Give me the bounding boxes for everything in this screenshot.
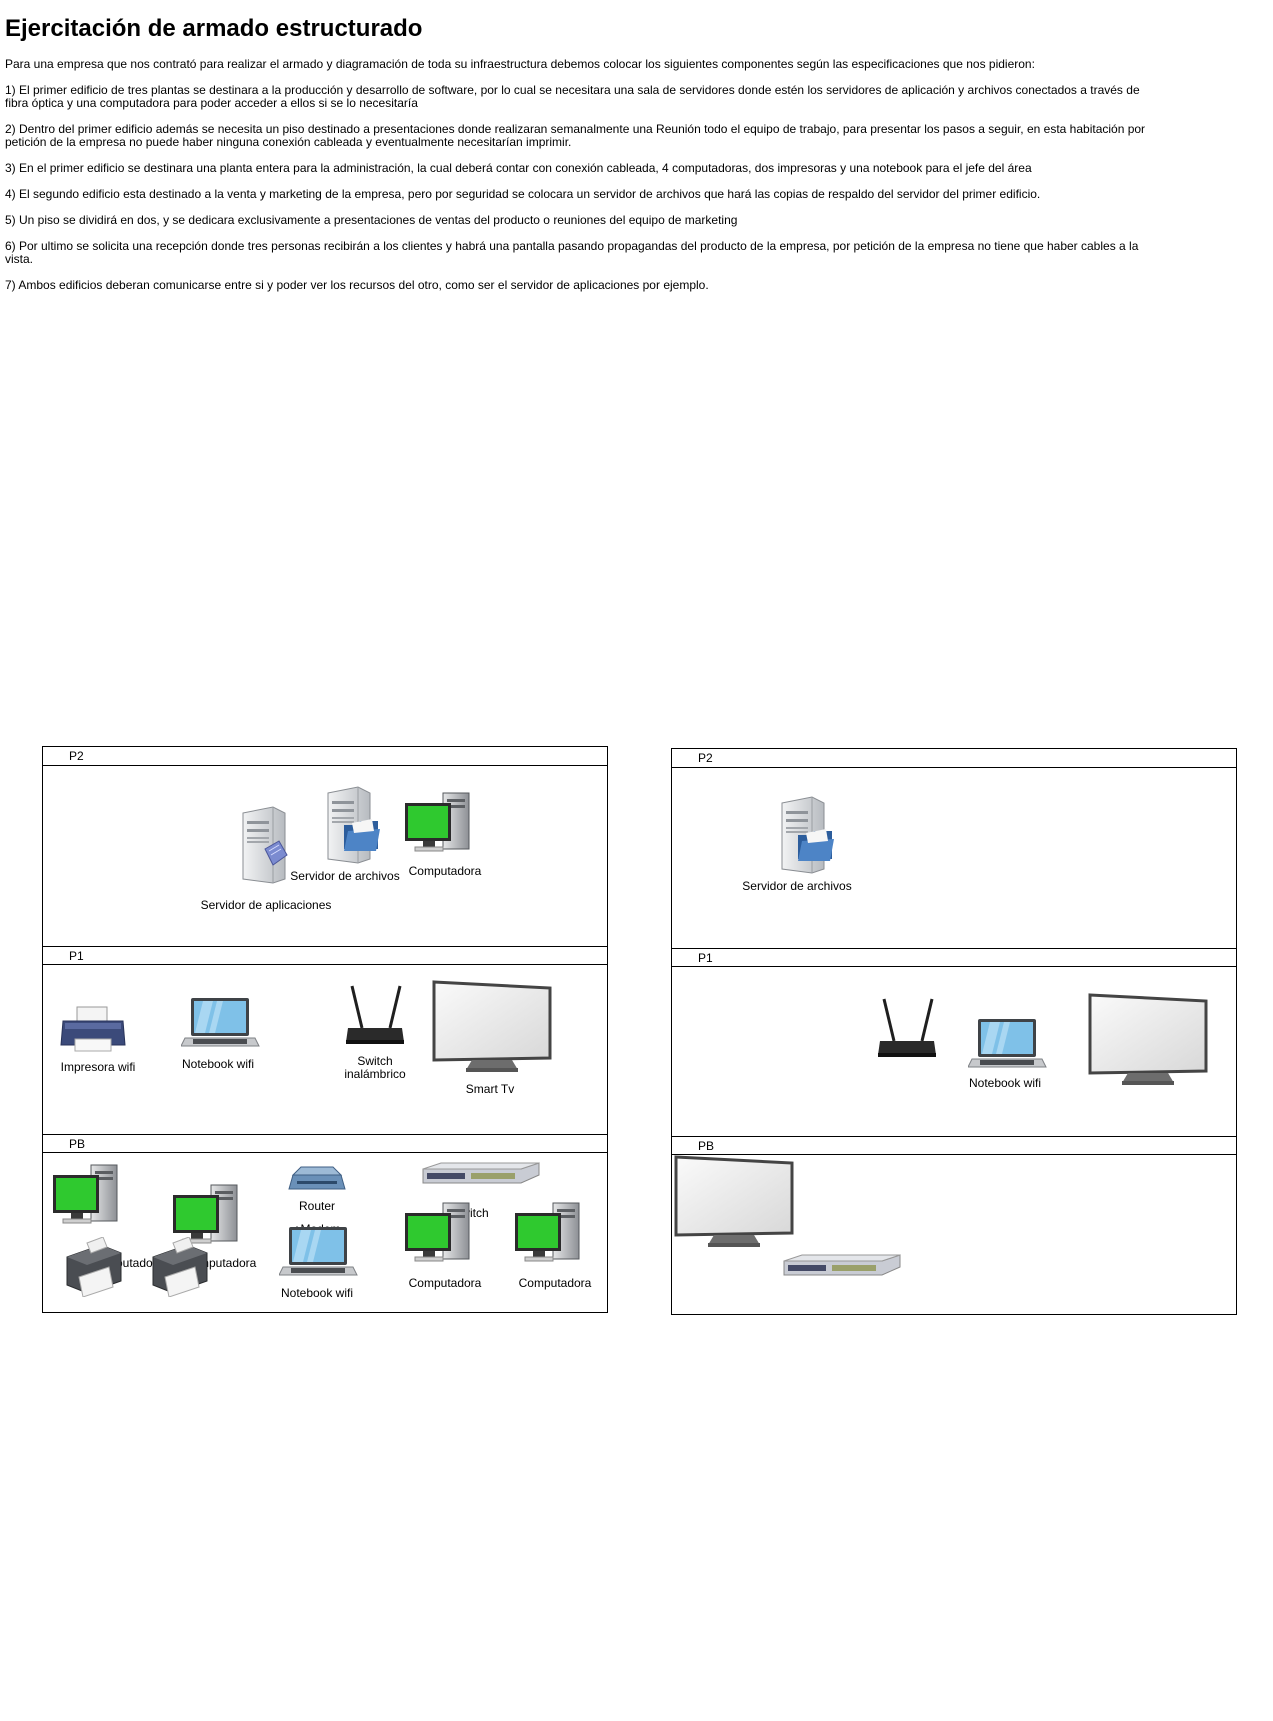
requirement-2: 2) Dentro del primer edificio además se … [5, 122, 1146, 149]
router-label-line1: Router [298, 1199, 336, 1213]
floor-p1-header: P1 [672, 948, 1236, 967]
tv-icon[interactable] [1088, 993, 1208, 1089]
wireless-switch-icon[interactable] [872, 995, 942, 1065]
floor-p2-header: P2 [672, 749, 1236, 768]
notebook-icon[interactable] [279, 1225, 359, 1285]
wifi-printer-icon[interactable] [59, 1005, 129, 1055]
requirement-7: 7) Ambos edificios deberan comunicarse e… [5, 278, 709, 292]
wifi-notebook-icon[interactable] [968, 1017, 1048, 1077]
application-server-icon[interactable] [233, 805, 293, 885]
printer-1-icon[interactable] [57, 1237, 127, 1297]
floor-p1-header: P1 [43, 946, 607, 965]
computer-4-label: Computadora [518, 1276, 592, 1290]
computer-3-icon[interactable] [403, 1201, 473, 1267]
computer-label: Computadora [408, 864, 482, 878]
app-server-label: Servidor de aplicaciones [200, 898, 332, 912]
tv-icon[interactable] [674, 1155, 794, 1251]
page-title: Ejercitación de armado estructurado [5, 15, 423, 42]
requirement-4: 4) El segundo edificio esta destinado a … [5, 187, 1041, 201]
requirement-6: 6) Por ultimo se solicita una recepción … [5, 239, 1139, 266]
file-server-label: Servidor de archivos [742, 879, 852, 893]
exercise-text: Ejercitación de armado estructurado Para… [5, 14, 1165, 305]
computer-1-icon[interactable] [51, 1163, 121, 1229]
switch-icon[interactable] [782, 1253, 902, 1279]
building-1[interactable]: P2 P1 PB Servidor de archivos Computador… [42, 746, 608, 1313]
floor-p2-header: P2 [43, 747, 607, 766]
requirement-1: 1) El primer edificio de tres plantas se… [5, 83, 1140, 110]
floor-pb-header: PB [43, 1134, 607, 1153]
smart-tv-label: Smart Tv [465, 1082, 515, 1096]
computer-icon[interactable] [403, 791, 473, 857]
requirement-3: 3) En el primer edificio se destinara un… [5, 161, 1032, 175]
building-2[interactable]: P2 P1 PB Servidor de archivos Notebook w… [671, 748, 1237, 1315]
wireless-switch-icon[interactable] [340, 982, 410, 1052]
computer-4-icon[interactable] [513, 1201, 583, 1267]
wireless-switch-label: Switch inalámbrico [344, 1055, 405, 1081]
switch-icon[interactable] [421, 1161, 541, 1187]
wifi-printer-label: Impresora wifi [60, 1060, 136, 1074]
wireless-switch-label-line2: inalámbrico [344, 1067, 406, 1081]
notebook-label: Notebook wifi [280, 1286, 354, 1300]
router-modem-icon[interactable] [287, 1165, 347, 1195]
printer-2-icon[interactable] [143, 1237, 213, 1297]
file-server-icon[interactable] [772, 795, 832, 875]
wifi-notebook-icon[interactable] [181, 996, 261, 1056]
wifi-notebook-label: Notebook wifi [968, 1076, 1042, 1090]
computer-3-label: Computadora [408, 1276, 482, 1290]
file-server-label: Servidor de archivos [290, 869, 400, 883]
intro-paragraph: Para una empresa que nos contrató para r… [5, 57, 1035, 71]
floor-pb-header: PB [672, 1136, 1236, 1155]
requirement-5: 5) Un piso se dividirá en dos, y se dedi… [5, 213, 738, 227]
smart-tv-icon[interactable] [432, 980, 552, 1076]
wifi-notebook-label: Notebook wifi [181, 1057, 255, 1071]
file-server-icon[interactable] [318, 785, 378, 865]
